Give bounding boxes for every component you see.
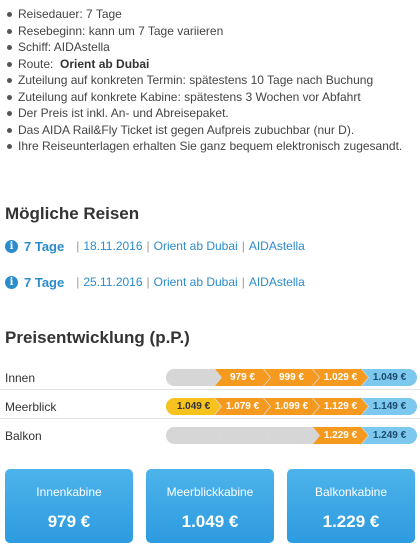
detail-item: Das AIDA Rail&Fly Ticket ist gegen Aufpr… — [4, 122, 416, 139]
price-row-innen: Innen 979 € 999 € 1.029 € 1.049 € — [0, 366, 420, 390]
price-track: 1.049 € 1.079 € 1.099 € 1.129 € 1.149 € — [166, 398, 417, 415]
info-icon[interactable]: i — [5, 239, 18, 253]
price-segment: 1.129 € — [313, 398, 368, 415]
trip-date[interactable]: 25.11.2016 — [83, 275, 142, 289]
price-segment: 979 € — [215, 369, 270, 386]
trip-days[interactable]: 7 Tage — [24, 275, 64, 290]
separator: | — [76, 239, 80, 253]
info-icon[interactable]: i — [5, 275, 18, 289]
price-segment: 1.229 € — [313, 427, 368, 444]
trips-heading: Mögliche Reisen — [5, 204, 140, 223]
trip-ship[interactable]: AIDAstella — [249, 239, 305, 253]
price-row-balkon: Balkon 1.229 € 1.249 € — [0, 424, 420, 448]
price-segment: 1.099 € — [264, 398, 319, 415]
trip-details-list: Reisedauer: 7 Tage Resebeginn: kann um 7… — [4, 6, 416, 155]
separator: | — [146, 275, 150, 289]
row-divider — [0, 389, 420, 390]
price-segment-current: 1.149 € — [362, 398, 417, 415]
price-segment-current: 1.049 € — [362, 369, 417, 386]
price-segment: 1.029 € — [313, 369, 368, 386]
detail-item: Zuteilung auf konkrete Kabine: spätesten… — [4, 89, 416, 106]
detail-item: Schiff: AIDAstella — [4, 39, 416, 56]
price-track: 979 € 999 € 1.029 € 1.049 € — [166, 369, 417, 386]
detail-item: Ihre Reiseunterlagen erhalten Sie ganz b… — [4, 138, 416, 155]
innenkabine-button[interactable]: Innenkabine 979 € — [5, 469, 133, 543]
price-segment: 999 € — [264, 369, 319, 386]
trip-link[interactable]: i 7 Tage | 25.11.2016 | Orient ab Dubai … — [5, 272, 305, 292]
price-row-label: Balkon — [5, 429, 42, 443]
separator: | — [146, 239, 150, 253]
separator: | — [76, 275, 80, 289]
meerblickkabine-button[interactable]: Meerblickkabine 1.049 € — [146, 469, 274, 543]
price-segment — [166, 369, 221, 386]
price-segment-current: 1.249 € — [362, 427, 417, 444]
price-row-label: Innen — [5, 371, 36, 385]
price-segment — [166, 427, 221, 444]
cabin-price: 979 € — [47, 512, 91, 531]
detail-item-route: Route: Orient ab Dubai — [4, 56, 416, 73]
detail-item: Resebeginn: kann um 7 Tage variieren — [4, 23, 416, 40]
separator: | — [241, 239, 245, 253]
price-track: 1.229 € 1.249 € — [166, 427, 417, 444]
trip-route[interactable]: Orient ab Dubai — [154, 275, 238, 289]
price-segment — [264, 427, 319, 444]
cabin-label: Meerblickkabine — [166, 485, 254, 499]
trip-days[interactable]: 7 Tage — [24, 239, 64, 254]
cabin-price: 1.049 € — [181, 512, 239, 531]
price-segment: 1.079 € — [215, 398, 270, 415]
price-row-label: Meerblick — [5, 400, 57, 414]
detail-item: Zuteilung auf konkreten Termin: späteste… — [4, 72, 416, 89]
balkonkabine-button[interactable]: Balkonkabine 1.229 € — [287, 469, 415, 543]
trip-link[interactable]: i 7 Tage | 18.11.2016 | Orient ab Dubai … — [5, 236, 305, 256]
cabin-label: Innenkabine — [36, 485, 102, 499]
row-divider — [0, 418, 420, 419]
cabin-price: 1.229 € — [322, 512, 380, 531]
trip-ship[interactable]: AIDAstella — [249, 275, 305, 289]
separator: | — [241, 275, 245, 289]
price-segment: 1.049 € — [166, 398, 221, 415]
trip-date[interactable]: 18.11.2016 — [83, 239, 142, 253]
detail-item: Der Preis ist inkl. An- und Abreisepaket… — [4, 105, 416, 122]
cabin-label: Balkonkabine — [314, 485, 388, 499]
price-segment — [215, 427, 270, 444]
price-row-meerblick: Meerblick 1.049 € 1.079 € 1.099 € 1.129 … — [0, 395, 420, 419]
detail-item: Reisedauer: 7 Tage — [4, 6, 416, 23]
price-heading: Preisentwicklung (p.P.) — [5, 328, 190, 347]
trip-route[interactable]: Orient ab Dubai — [154, 239, 238, 253]
